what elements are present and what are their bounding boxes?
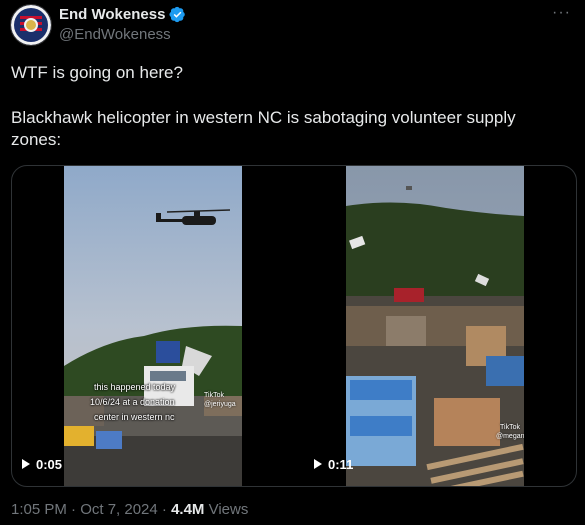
video-1-caption-line3: center in western nc [94,412,175,422]
verified-badge-icon [169,6,186,23]
video-2-duration: 0:11 [314,454,353,474]
tweet: End Wokeness @EndWokeness ··· WTF is goi… [0,0,585,525]
tweet-text-line1: WTF is going on here? [11,63,183,82]
views-label: Views [204,501,249,518]
avatar[interactable] [10,4,52,46]
play-icon [22,459,30,469]
views-count: 4.4M [171,501,205,518]
video-2-tiktok-user: @meganbeas [496,433,524,440]
video-1-caption-line1: this happened today [94,382,176,392]
video-1[interactable]: this happened today 10/6/24 at a donatio… [64,166,242,486]
display-name[interactable]: End Wokeness [59,6,165,23]
tweet-text-line3: zones: [11,130,62,149]
video-2[interactable]: TikTok @meganbeas [346,166,524,486]
author-row: End Wokeness [59,6,186,23]
video-1-duration: 0:05 [22,454,62,474]
end-wokeness-logo [11,5,51,45]
video-2-duration-text: 0:11 [328,456,354,472]
tweet-meta: 1:05 PM · Oct 7, 2024 · 4.4M Views [11,501,248,518]
timestamp[interactable]: 1:05 PM · Oct 7, 2024 · [11,501,171,518]
more-options-icon[interactable]: ··· [552,4,571,22]
media-container: this happened today 10/6/24 at a donatio… [11,165,577,487]
tweet-text-line2: Blackhawk helicopter in western NC is sa… [11,108,516,127]
video-1-tiktok-label: TikTok [204,392,224,399]
video-2-tiktok-label: TikTok [500,424,520,431]
video-1-thumbnail [64,166,242,486]
handle[interactable]: @EndWokeness [59,26,171,43]
video-1-caption-line2: 10/6/24 at a donation [90,397,175,407]
video-1-tiktok-user: @jeriyuga [204,401,236,408]
video-1-duration-text: 0:05 [36,456,63,472]
play-icon [314,459,322,469]
